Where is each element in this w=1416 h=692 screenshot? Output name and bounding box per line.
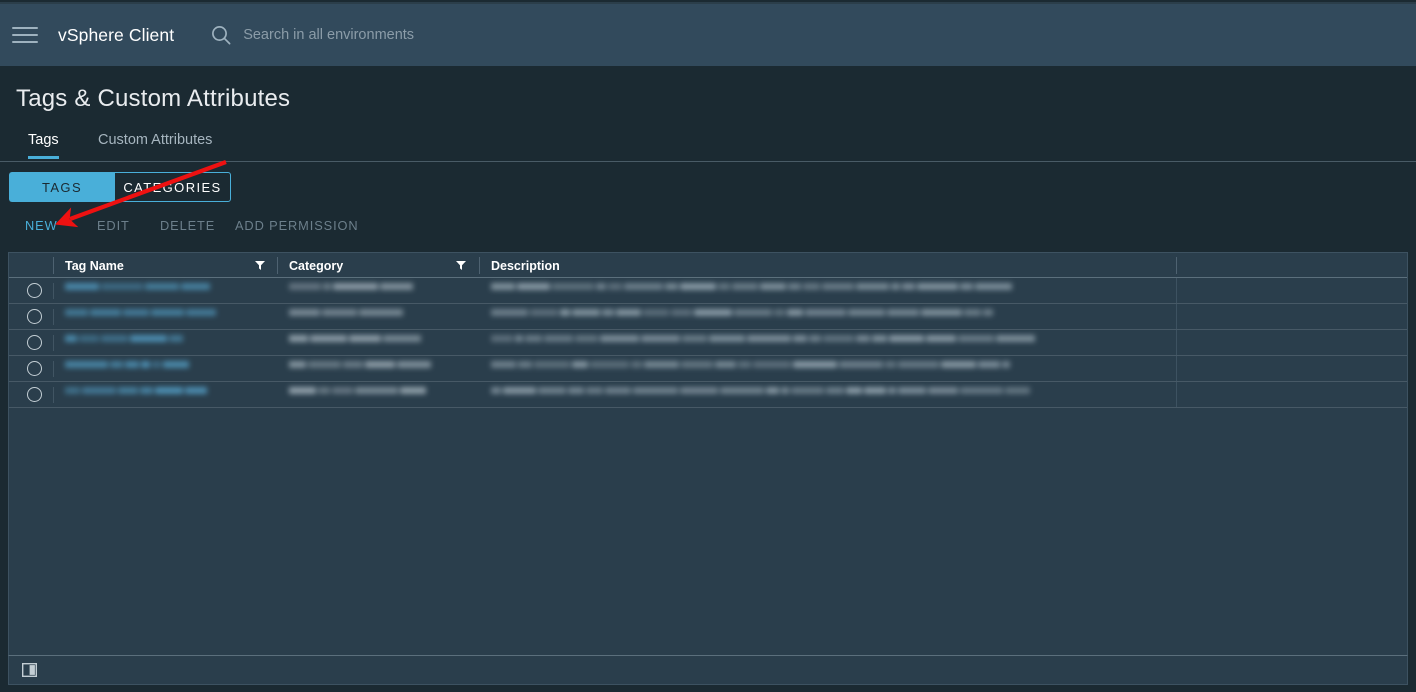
row-divider <box>1176 356 1177 381</box>
table-body <box>9 278 1407 408</box>
cell-tag-name <box>65 360 270 378</box>
radio-unselected-icon[interactable] <box>27 361 42 376</box>
column-header-description[interactable]: Description <box>491 253 560 278</box>
filter-icon[interactable] <box>255 261 265 270</box>
edit-button[interactable]: EDIT <box>97 218 130 233</box>
cell-description <box>491 282 1161 300</box>
cell-description <box>491 308 1161 326</box>
cell-tag-name <box>65 282 270 300</box>
tab-custom-attributes[interactable]: Custom Attributes <box>98 132 212 156</box>
search-icon <box>210 24 232 46</box>
page-title: Tags & Custom Attributes <box>16 85 291 112</box>
radio-unselected-icon[interactable] <box>27 283 42 298</box>
column-header-tag-name[interactable]: Tag Name <box>65 253 124 278</box>
cell-tag-name <box>65 386 270 404</box>
row-divider <box>1176 278 1177 303</box>
filter-icon[interactable] <box>456 261 466 270</box>
row-divider <box>53 309 54 325</box>
column-header-category[interactable]: Category <box>289 253 343 278</box>
header-divider <box>1176 257 1177 274</box>
row-divider <box>53 335 54 351</box>
vsphere-client-window: vSphere Client Search in all environment… <box>0 0 1416 692</box>
cell-category <box>289 360 474 378</box>
delete-button[interactable]: DELETE <box>160 218 215 233</box>
hamburger-line <box>12 34 38 36</box>
cell-description <box>491 360 1161 378</box>
add-permission-button[interactable]: ADD PERMISSION <box>235 218 359 233</box>
cell-category <box>289 334 474 352</box>
tags-categories-segmented-control: TAGS CATEGORIES <box>9 172 231 202</box>
cell-tag-name <box>65 334 270 352</box>
radio-unselected-icon[interactable] <box>27 387 42 402</box>
tab-bar: Tags Custom Attributes <box>0 132 1416 162</box>
cell-description <box>491 334 1161 352</box>
global-search[interactable]: Search in all environments <box>210 24 414 46</box>
cell-category <box>289 282 474 300</box>
table-row[interactable] <box>9 382 1407 408</box>
new-button[interactable]: NEW <box>25 218 58 233</box>
search-input[interactable]: Search in all environments <box>243 27 414 43</box>
bottom-bar <box>8 655 1408 685</box>
tags-table: Tag Name Category Description <box>8 252 1408 664</box>
header-divider <box>277 257 278 274</box>
hamburger-line <box>12 41 38 43</box>
cell-category <box>289 386 474 404</box>
table-row[interactable] <box>9 278 1407 304</box>
table-row[interactable] <box>9 304 1407 330</box>
cell-description <box>491 386 1161 404</box>
row-divider <box>1176 330 1177 355</box>
split-pane-toggle-icon[interactable] <box>21 662 38 678</box>
radio-unselected-icon[interactable] <box>27 335 42 350</box>
row-divider <box>53 387 54 403</box>
row-divider <box>53 283 54 299</box>
hamburger-menu-icon[interactable] <box>12 25 38 45</box>
cell-category <box>289 308 474 326</box>
segment-categories-button[interactable]: CATEGORIES <box>114 172 231 202</box>
segment-tags-button[interactable]: TAGS <box>9 172 114 202</box>
radio-unselected-icon[interactable] <box>27 309 42 324</box>
hamburger-line <box>12 27 38 29</box>
header-divider <box>53 257 54 274</box>
header-divider <box>479 257 480 274</box>
top-header-bar: vSphere Client Search in all environment… <box>0 2 1416 66</box>
table-header-row: Tag Name Category Description <box>9 253 1407 278</box>
cell-tag-name <box>65 308 270 326</box>
row-divider <box>1176 304 1177 329</box>
table-row[interactable] <box>9 330 1407 356</box>
row-divider <box>53 361 54 377</box>
app-brand-title: vSphere Client <box>58 24 175 45</box>
tab-tags[interactable]: Tags <box>28 132 59 159</box>
row-divider <box>1176 382 1177 407</box>
table-row[interactable] <box>9 356 1407 382</box>
